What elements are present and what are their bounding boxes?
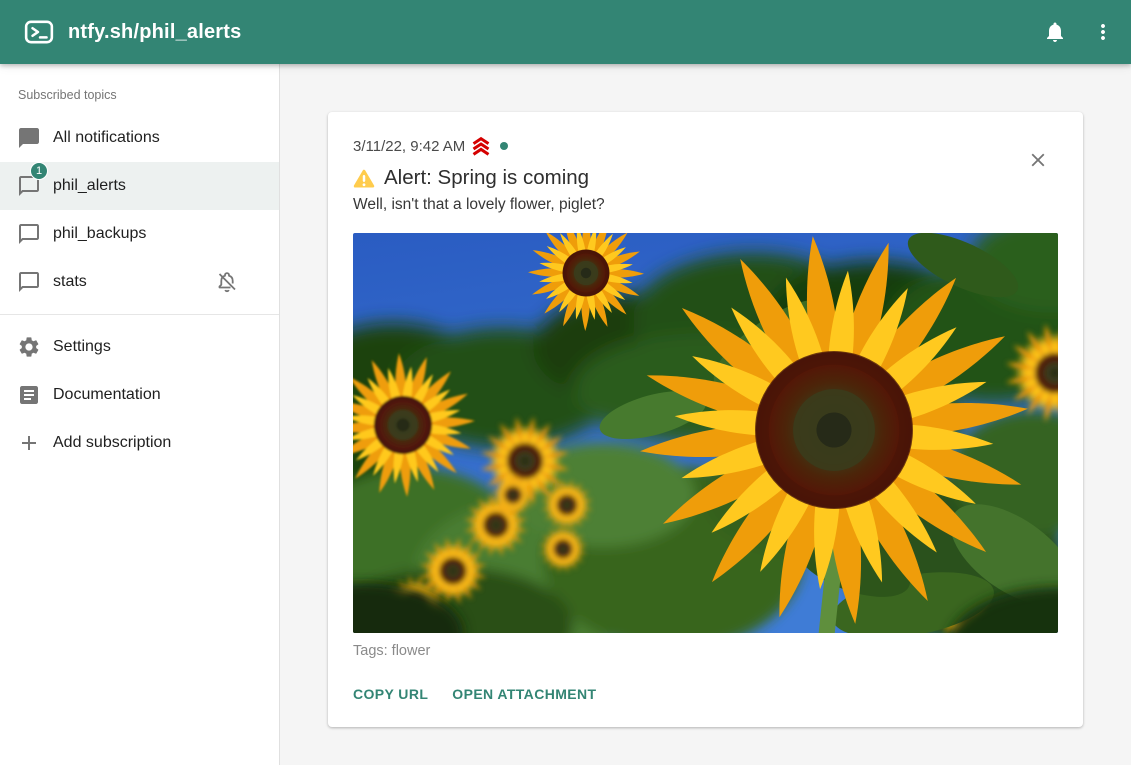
article-icon — [17, 383, 41, 407]
sidebar-item-stats[interactable]: stats — [0, 258, 279, 306]
overflow-menu-button[interactable] — [1079, 8, 1127, 56]
warning-emoji-icon — [353, 168, 375, 188]
notification-card: 3/11/22, 9:42 AM — [328, 112, 1083, 727]
notification-title-row: Alert: Spring is coming — [353, 164, 1058, 192]
notification-message: Well, isn't that a lovely flower, piglet… — [353, 194, 1058, 216]
sidebar-item-phil-backups[interactable]: phil_backups — [0, 210, 279, 258]
kebab-menu-icon — [1091, 20, 1115, 44]
ntfy-terminal-logo-icon — [24, 17, 54, 47]
sidebar-item-label: Documentation — [53, 386, 161, 404]
notification-title: Alert: Spring is coming — [384, 166, 589, 190]
notification-meta: 3/11/22, 9:42 AM — [353, 136, 1058, 156]
page-title: ntfy.sh/phil_alerts — [68, 21, 1031, 44]
plus-icon — [17, 431, 41, 455]
sidebar-item-documentation[interactable]: Documentation — [0, 371, 279, 419]
notification-actions: COPY URL OPEN ATTACHMENT — [353, 677, 1058, 713]
open-attachment-button[interactable]: OPEN ATTACHMENT — [452, 677, 596, 711]
sidebar-item-settings[interactable]: Settings — [0, 323, 279, 371]
gear-icon — [17, 335, 41, 359]
unread-count-badge: 1 — [30, 162, 48, 180]
copy-url-button[interactable]: COPY URL — [353, 677, 428, 711]
attachment-image[interactable] — [353, 233, 1058, 633]
bell-icon — [1043, 20, 1067, 44]
main-content: 3/11/22, 9:42 AM — [280, 64, 1131, 765]
close-icon — [1027, 149, 1049, 171]
sidebar-item-label: phil_backups — [53, 225, 146, 243]
sidebar-item-add-subscription[interactable]: Add subscription — [0, 419, 279, 467]
sidebar: Subscribed topics All notifications 1 ph… — [0, 64, 280, 765]
subscribed-topics-label: Subscribed topics — [0, 64, 279, 114]
sidebar-item-all-notifications[interactable]: All notifications — [0, 114, 279, 162]
sidebar-item-phil-alerts[interactable]: 1 phil_alerts — [0, 162, 279, 210]
chat-bubble-outline-icon — [17, 270, 41, 294]
sidebar-item-label: Settings — [53, 338, 111, 356]
priority-max-icon — [470, 136, 492, 156]
unread-dot — [500, 142, 508, 150]
sidebar-item-label: All notifications — [53, 129, 160, 147]
notification-timestamp: 3/11/22, 9:42 AM — [353, 138, 465, 155]
sidebar-item-label: stats — [53, 273, 87, 291]
chat-bubble-filled-icon — [17, 126, 41, 150]
app-bar: ntfy.sh/phil_alerts — [0, 0, 1131, 64]
notifications-muted-icon — [215, 270, 239, 294]
sidebar-item-label: phil_alerts — [53, 177, 126, 195]
sidebar-divider — [0, 314, 279, 315]
close-notification-button[interactable] — [1016, 138, 1060, 182]
notification-tags: Tags: flower — [353, 641, 1058, 661]
sidebar-item-label: Add subscription — [53, 434, 171, 452]
notifications-bell-button[interactable] — [1031, 8, 1079, 56]
chat-bubble-outline-icon — [17, 222, 41, 246]
